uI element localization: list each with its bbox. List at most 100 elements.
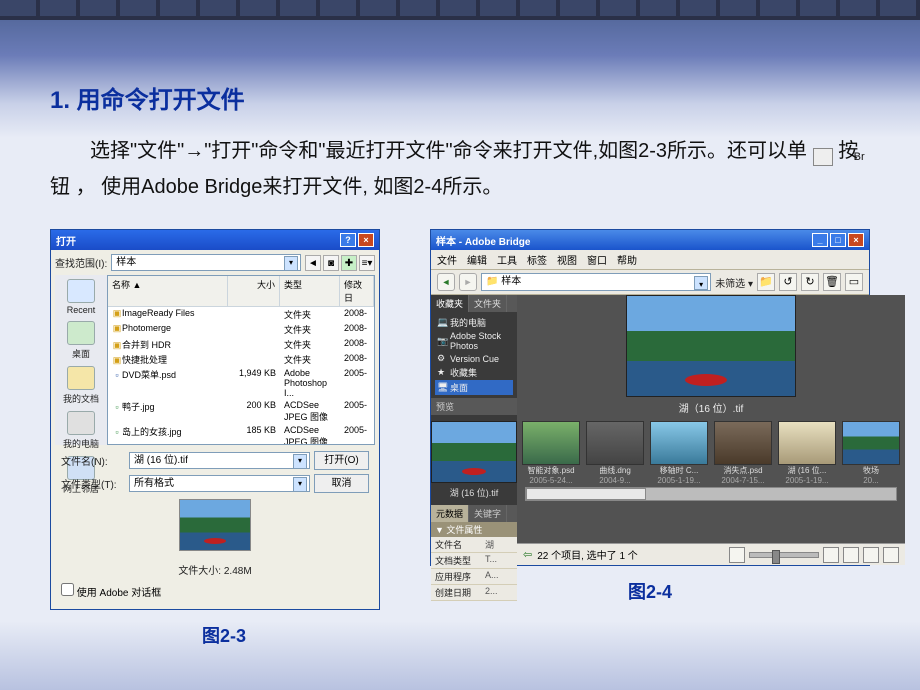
meta-section-title[interactable]: ▼ 文件属性 (431, 522, 517, 537)
preview-thumb-name: 湖 (16 位).tif (431, 486, 517, 499)
filter-label[interactable]: 未筛选 ▾ (715, 275, 753, 290)
filename-value: 湖 (16 位).tif (134, 455, 188, 466)
tree-item[interactable]: ⚙Version Cue (435, 352, 513, 365)
status-prev-icon[interactable]: ⇦ (523, 548, 532, 561)
thumbnail-card[interactable]: 智能对象.psd2005-5-24... (521, 421, 581, 485)
file-row[interactable]: ▣ImageReady Files文件夹2008- (108, 307, 374, 322)
thumbnail-card[interactable]: 湖 (16 位...2005-1-19... (777, 421, 837, 485)
nav-back-button[interactable] (437, 273, 455, 291)
file-row[interactable]: ▣Photomerge文件夹2008- (108, 322, 374, 337)
big-preview-area: 湖（16 位）.tif (517, 295, 905, 415)
help-button[interactable]: ? (340, 233, 356, 247)
new-folder-icon[interactable]: 📁 (757, 273, 775, 291)
metadata-key: 创建日期 (435, 586, 485, 599)
tree-item-label: 收藏集 (450, 366, 477, 379)
tab-keywords[interactable]: 关键字 (469, 505, 507, 522)
filename-input[interactable]: 湖 (16 位).tif (129, 452, 310, 469)
lookin-combo[interactable]: 样本 (111, 254, 301, 271)
filetype-label: 文件类型(T): (61, 476, 125, 491)
delete-icon[interactable]: 🗑 (823, 273, 841, 291)
view-mode-1-icon[interactable] (823, 547, 839, 563)
nav-forward-button[interactable] (459, 273, 477, 291)
tree-item[interactable]: ★收藏集 (435, 365, 513, 380)
file-row[interactable]: ▫DVD菜单.psd1,949 KBAdobe Photoshop I...20… (108, 367, 374, 399)
file-row[interactable]: ▫岛上的女孩.jpg185 KBACDSee JPEG 图像2005- (108, 424, 374, 444)
view-mode-4-icon[interactable] (883, 547, 899, 563)
horizontal-scrollbar[interactable] (525, 487, 897, 501)
menu-item[interactable]: 工具 (497, 252, 517, 267)
menu-item[interactable]: 编辑 (467, 252, 487, 267)
view-mode-3-icon[interactable] (863, 547, 879, 563)
tree-item-icon: ⚙ (437, 353, 447, 364)
metadata-value: A... (485, 570, 513, 583)
thumbnail-card[interactable]: 牧场20... (841, 421, 901, 485)
compact-view-icon[interactable] (729, 547, 745, 563)
tree-item[interactable]: 💻我的电脑 (435, 315, 513, 330)
metadata-value: T... (485, 554, 513, 567)
place-recent[interactable]: Recent (67, 279, 96, 315)
adobe-dialog-checkbox[interactable] (61, 583, 74, 596)
tree-item-icon: ★ (437, 367, 447, 378)
cancel-button[interactable]: 取消 (314, 474, 369, 493)
file-list[interactable]: ▣ImageReady Files文件夹2008-▣Photomerge文件夹2… (108, 307, 374, 444)
bridge-main-pane: 湖（16 位）.tif 智能对象.psd2005-5-24...曲线.dng20… (517, 295, 905, 565)
file-row[interactable]: ▣合并到 HDR文件夹2008- (108, 337, 374, 352)
menu-item[interactable]: 文件 (437, 252, 457, 267)
back-icon[interactable]: ◄ (305, 255, 321, 271)
rotate-cw-icon[interactable]: ↻ (801, 273, 819, 291)
file-row[interactable]: ▣快捷批处理文件夹2008- (108, 352, 374, 367)
close-button[interactable]: × (358, 233, 374, 247)
menu-item[interactable]: 标签 (527, 252, 547, 267)
views-icon[interactable]: ≡▾ (359, 255, 375, 271)
status-text: 22 个项目, 选中了 1 个 (537, 547, 638, 562)
thumbnail-image (586, 421, 644, 465)
bridge-menubar: 文件编辑工具标签视图窗口帮助 (431, 250, 869, 270)
tree-item[interactable]: 🖥桌面 (435, 380, 513, 395)
rotate-ccw-icon[interactable]: ↺ (779, 273, 797, 291)
compact-mode-icon[interactable]: ▭ (845, 273, 863, 291)
filetype-combo[interactable]: 所有格式 (129, 475, 310, 492)
metadata-row: 应用程序A... (431, 569, 517, 585)
tab-metadata[interactable]: 元数据 (431, 505, 469, 522)
close-button[interactable]: × (848, 233, 864, 247)
col-date[interactable]: 修改日 (340, 276, 374, 306)
metadata-key: 文档类型 (435, 554, 485, 567)
minimize-button[interactable]: _ (812, 233, 828, 247)
big-preview-caption: 湖（16 位）.tif (626, 400, 796, 415)
up-icon[interactable]: ◙ (323, 255, 339, 271)
open-button[interactable]: 打开(O) (314, 451, 369, 470)
menu-item[interactable]: 窗口 (587, 252, 607, 267)
maximize-button[interactable]: □ (830, 233, 846, 247)
section-heading: 1. 用命令打开文件 (50, 80, 870, 115)
thumbnail-name: 湖 (16 位... (777, 465, 837, 476)
menu-item[interactable]: 帮助 (617, 252, 637, 267)
thumbnail-card[interactable]: 消失点.psd2004-7-15... (713, 421, 773, 485)
col-type[interactable]: 类型 (280, 276, 340, 306)
file-row[interactable]: ▫鸭子.jpg200 KBACDSee JPEG 图像2005- (108, 399, 374, 424)
scroll-thumb[interactable] (526, 488, 646, 500)
metadata-key: 文件名 (435, 538, 485, 551)
tree-item[interactable]: 📷Adobe Stock Photos (435, 330, 513, 352)
new-folder-icon[interactable]: ✚ (341, 255, 357, 271)
metadata-row: 文件名湖 (431, 537, 517, 553)
path-combo[interactable]: 📁 样本 (481, 273, 711, 291)
col-size[interactable]: 大小 (228, 276, 280, 306)
thumbnail-size-slider[interactable] (749, 552, 819, 558)
thumbnail-card[interactable]: 移轴时 C...2005-1-19... (649, 421, 709, 485)
metadata-panel: ▼ 文件属性 文件名湖文档类型T... 应用程序A...创建日期2... (431, 522, 517, 601)
thumbnail-card[interactable]: 曲线.dng2004-9... (585, 421, 645, 485)
figure-2-4: 样本 - Adobe Bridge _ □ × 文件编辑工具标签视图窗口帮助 📁… (430, 229, 870, 604)
menu-item[interactable]: 视图 (557, 252, 577, 267)
tab-folders[interactable]: 文件夹 (469, 295, 507, 312)
place-mydocs[interactable]: 我的文档 (63, 366, 99, 405)
metadata-value: 2... (485, 586, 513, 599)
place-desktop[interactable]: 桌面 (67, 321, 95, 360)
filetype-value: 所有格式 (134, 478, 174, 489)
thumbnail-date: 2005-1-19... (777, 476, 837, 485)
tab-favorites[interactable]: 收藏夹 (431, 295, 469, 312)
thumbnail-date: 20... (841, 476, 901, 485)
place-mycomputer[interactable]: 我的电脑 (63, 411, 99, 450)
view-mode-2-icon[interactable] (843, 547, 859, 563)
mydocs-icon (67, 366, 95, 390)
col-name[interactable]: 名称 ▲ (108, 276, 228, 306)
